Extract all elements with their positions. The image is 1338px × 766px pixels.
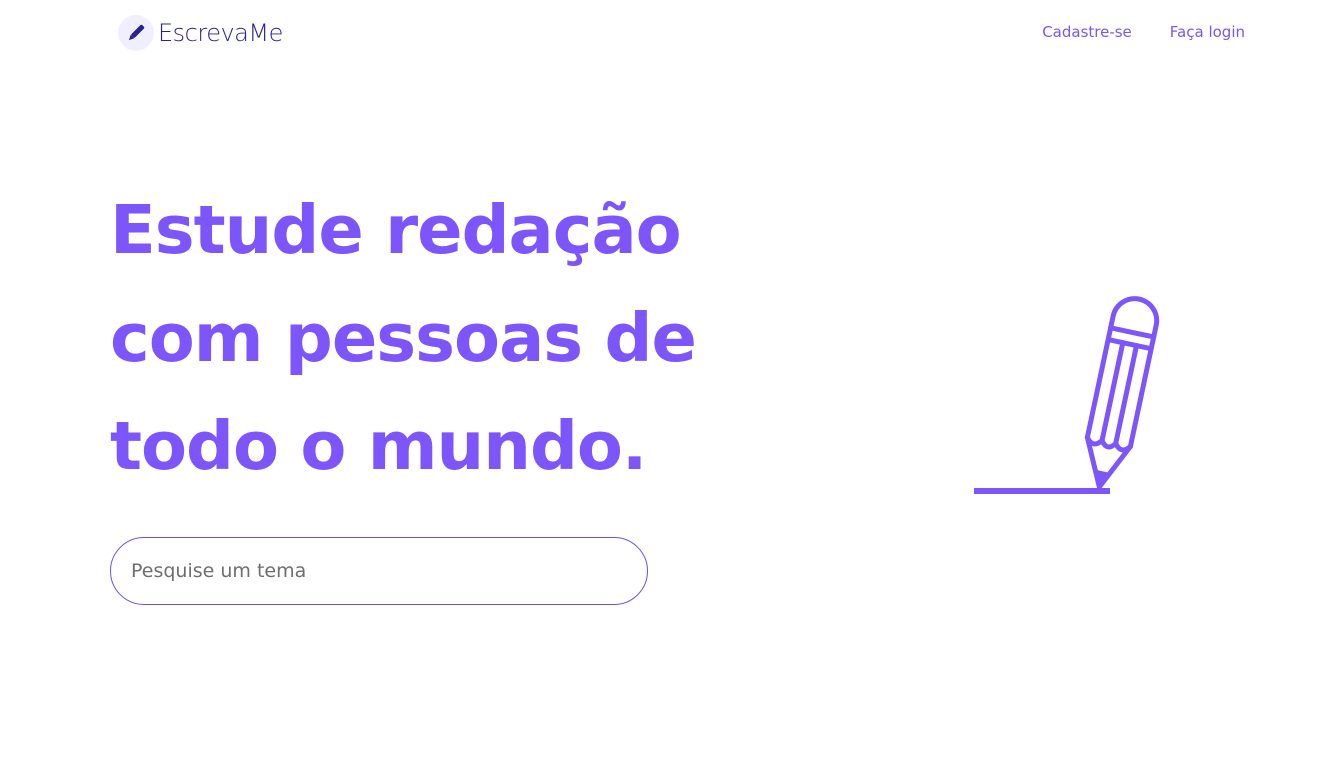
site-header: EscrevaMe Cadastre-se Faça login — [0, 0, 1338, 68]
signup-link[interactable]: Cadastre-se — [1042, 23, 1132, 41]
hero-title-line-3: todo o mundo. — [110, 407, 647, 485]
pencil-writing-icon — [960, 295, 1180, 505]
search-input[interactable] — [110, 537, 648, 605]
login-link[interactable]: Faça login — [1170, 23, 1245, 41]
pencil-icon — [118, 15, 154, 51]
hero-title-line-2: com pessoas de — [110, 299, 697, 377]
logo-text: EscrevaMe — [158, 19, 283, 47]
top-nav: Cadastre-se Faça login — [1042, 23, 1245, 41]
hero-title-line-1: Estude redação — [110, 191, 682, 269]
hero-title: Estude redação com pessoas de todo o mun… — [110, 176, 790, 500]
landing-page: EscrevaMe Cadastre-se Faça login Estude … — [0, 0, 1338, 766]
logo[interactable]: EscrevaMe — [118, 15, 283, 51]
